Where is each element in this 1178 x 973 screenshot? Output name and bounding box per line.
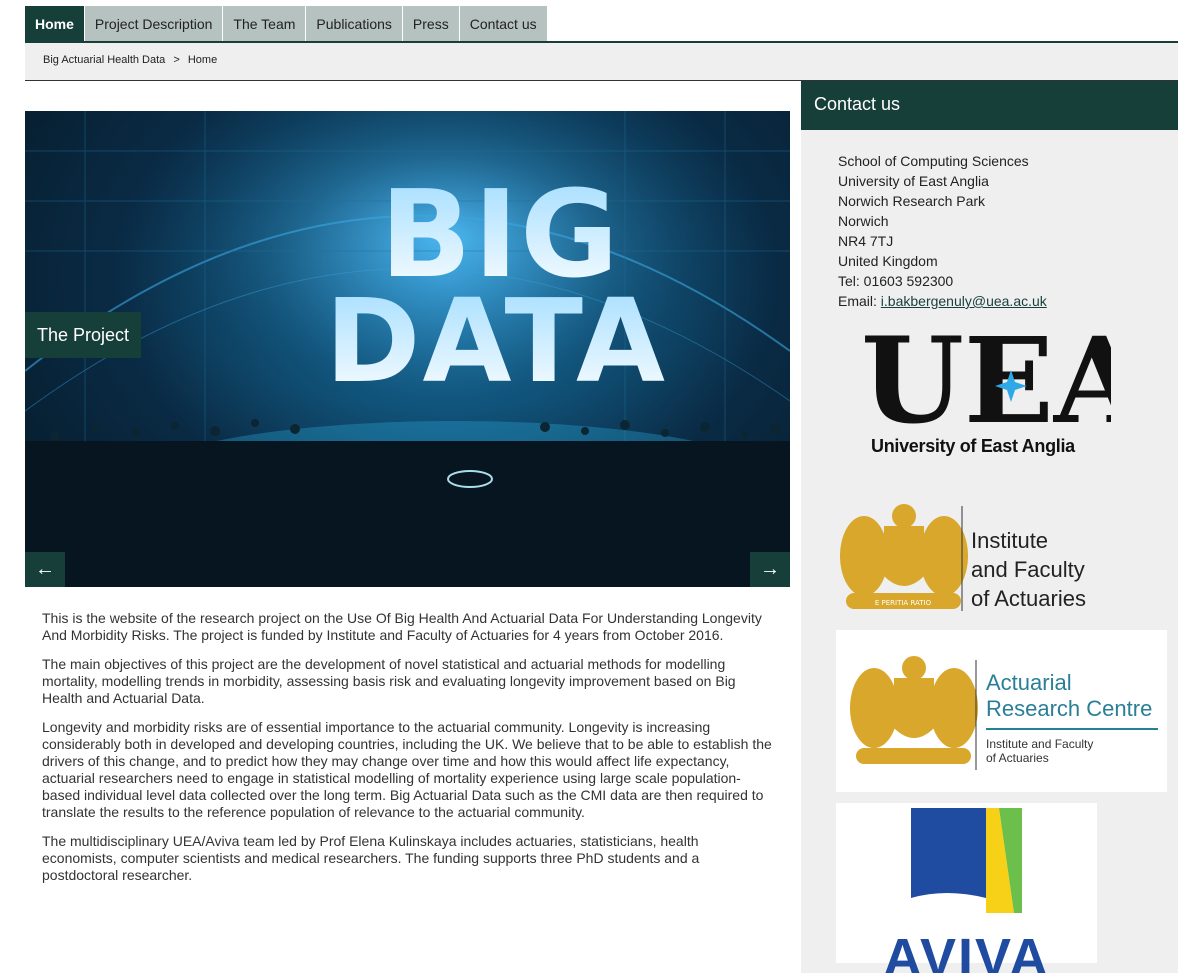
address-line: Norwich [838,213,889,229]
breadcrumb-link-site[interactable]: Big Actuarial Health Data [43,54,165,66]
ifoa-motto: E PERITIA RATIO [875,599,932,607]
breadcrumb-bar: Big Actuarial Health Data > Home [25,43,1178,81]
contact-address: School of Computing Sciences University … [838,151,1047,311]
aviva-logo[interactable]: AVIVA [836,803,1097,973]
breadcrumb: Big Actuarial Health Data > Home [43,54,222,66]
slider-prev-arrow-icon[interactable]: ← [25,552,65,587]
address-line: School of Computing Sciences [838,153,1029,169]
nav-publications[interactable]: Publications [306,6,403,42]
arc-name: Actuarial Research Centre [986,670,1152,722]
email-link[interactable]: i.bakbergenuly@uea.ac.uk [881,293,1047,309]
address-line: Norwich Research Park [838,193,986,209]
uea-letters: UEA [861,322,1111,450]
nav-press[interactable]: Press [402,6,460,42]
breadcrumb-current: Home [187,54,218,66]
sidebar-title: Contact us [801,81,1178,130]
aviva-mark-icon [911,808,1022,913]
arc-line: Research Centre [986,696,1153,721]
nav-project-description[interactable]: Project Description [84,6,224,42]
nav-home[interactable]: Home [25,6,85,42]
intro-paragraph: This is the website of the research proj… [42,610,762,643]
ifoa-name: Institute and Faculty of Actuaries [971,526,1086,613]
aviva-wordmark: AVIVA [882,928,1051,973]
phone-line: Tel: 01603 592300 [838,273,954,289]
arc-crest-icon [850,656,978,770]
contact-sidebar: Contact us School of Computing Sciences … [801,81,1178,973]
address-line: NR4 7TJ [838,233,894,249]
objectives-paragraph: The main objectives of this project are … [42,656,736,706]
ifoa-line: and Faculty [971,557,1085,582]
email-label: Email: [838,293,881,309]
team-paragraph: The multidisciplinary UEA/Aviva team led… [42,833,700,883]
arc-divider [986,728,1158,730]
address-line: United Kingdom [838,253,938,269]
email-line: Email: i.bakbergenuly@uea.ac.uk [838,291,1047,311]
arc-subtitle: Institute and Faculty of Actuaries [986,737,1093,765]
slider-next-arrow-icon[interactable]: → [750,552,790,587]
project-intro: This is the website of the research proj… [42,610,777,896]
hero-text-data: DATA [325,275,667,409]
address-line: University of East Anglia [838,173,989,189]
nav-contact-us[interactable]: Contact us [459,6,548,42]
ifoa-line: Institute [971,528,1049,553]
ifoa-line: of Actuaries [971,586,1086,611]
arc-sub-line: of Actuaries [986,751,1049,765]
risk-paragraph: Longevity and morbidity risks are of ess… [42,719,772,820]
arc-line: Actuarial [986,670,1072,695]
breadcrumb-separator: > [173,54,180,66]
main-nav: Home Project Description The Team Public… [25,6,548,42]
arc-sub-line: Institute and Faculty [986,737,1094,751]
slide-caption[interactable]: The Project [25,312,142,358]
uea-name: University of East Anglia [871,436,1075,456]
hero-slider: BIG DATA The Project ← → [25,111,790,587]
nav-the-team[interactable]: The Team [223,6,307,42]
